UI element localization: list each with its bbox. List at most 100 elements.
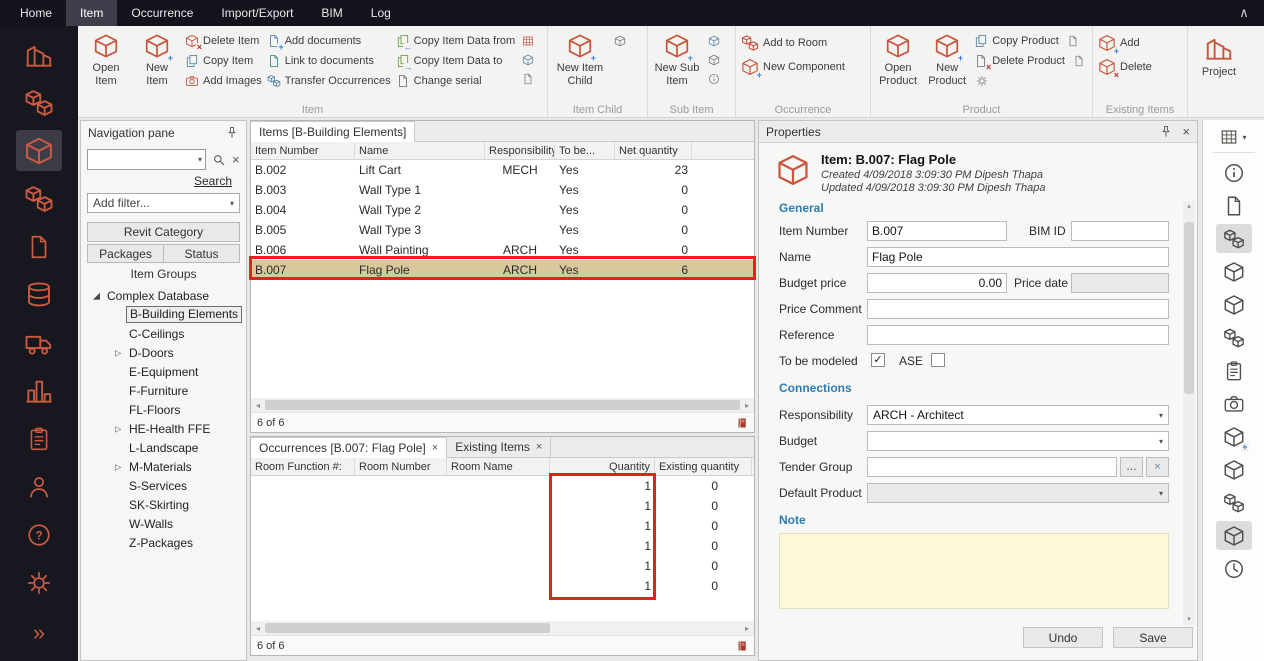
copy-item-data-to-button[interactable]: →Copy Item Data to [396, 53, 515, 69]
sub-item-extra-button-2[interactable] [706, 52, 722, 67]
column-header-quantity[interactable]: Quantity [550, 458, 655, 475]
help-icon[interactable] [16, 514, 62, 555]
close-icon[interactable]: × [432, 442, 438, 454]
copy-product-button[interactable]: Copy Product [974, 33, 1059, 49]
delete-item-button[interactable]: ×Delete Item [185, 33, 262, 49]
tree-node-s-services[interactable]: S-Services [81, 476, 246, 495]
new-item-child-button[interactable]: + New Item Child [553, 29, 607, 102]
scroll-up-icon[interactable]: ▴ [1187, 201, 1191, 212]
tree-node-d-doors[interactable]: ▷D-Doors [81, 343, 246, 362]
tree-node-e-equipment[interactable]: E-Equipment [81, 362, 246, 381]
ase-checkbox[interactable] [931, 353, 945, 367]
documents-module-icon[interactable] [16, 226, 62, 267]
tree-node-f-furniture[interactable]: F-Furniture [81, 381, 246, 400]
tree-node-l-landscape[interactable]: L-Landscape [81, 438, 246, 457]
note-field[interactable] [779, 533, 1169, 609]
scroll-right-icon[interactable]: ▸ [740, 624, 754, 633]
geometry-tab-icon[interactable] [1216, 290, 1252, 319]
new-product-button[interactable]: + New Product [925, 29, 969, 102]
tree-node-c-ceilings[interactable]: C-Ceilings [81, 324, 246, 343]
tab-existing-items[interactable]: Existing Items × [447, 437, 551, 457]
column-header-responsibility[interactable]: Responsibility [485, 142, 555, 159]
chevron-down-icon[interactable]: ▾ [198, 155, 202, 164]
product-extra-button-3[interactable] [974, 73, 990, 88]
new-component-button[interactable]: +New Component [741, 57, 845, 77]
column-header-room-number[interactable]: Room Number [355, 458, 447, 475]
tender-group-browse-button[interactable]: … [1120, 457, 1143, 477]
tree-node-he-health-ffe[interactable]: ▷HE-Health FFE [81, 419, 246, 438]
budget-price-field[interactable] [867, 273, 1007, 293]
tree-node-b-building-elements[interactable]: B-Building Elements [81, 305, 246, 324]
item-extra-button-2[interactable] [520, 52, 536, 67]
scroll-down-icon[interactable]: ▾ [1187, 614, 1191, 625]
column-header-room-function[interactable]: Room Function #: [251, 458, 355, 475]
reports-module-icon[interactable] [16, 418, 62, 459]
table-row[interactable]: B.002Lift CartMECHYes23 [251, 160, 754, 180]
add-to-room-button[interactable]: Add to Room [741, 33, 845, 53]
column-header-existing-quantity[interactable]: Existing quantity [655, 458, 752, 475]
menu-log[interactable]: Log [357, 0, 405, 26]
add-existing-button[interactable]: +Add [1098, 33, 1152, 53]
sub-item-extra-button-3[interactable] [706, 71, 722, 86]
revit-category-button[interactable]: Revit Category [87, 222, 240, 242]
tab-occurrences[interactable]: Occurrences [B.007: Flag Pole] × [251, 437, 447, 458]
item-data-tab-icon[interactable] [1216, 191, 1252, 220]
column-header-room-name[interactable]: Room Name [447, 458, 550, 475]
collapsed-icon[interactable]: ▷ [115, 462, 121, 471]
responsibility-dropdown[interactable]: ARCH - Architect ▾ [867, 405, 1169, 425]
finance-module-icon[interactable] [16, 274, 62, 315]
sub-item-extra-button-1[interactable] [706, 33, 722, 48]
info-tab-icon[interactable] [1216, 158, 1252, 187]
scroll-left-icon[interactable]: ◂ [251, 624, 265, 633]
pin-icon[interactable] [1159, 125, 1173, 139]
table-row[interactable]: 10 [251, 536, 754, 556]
close-icon[interactable]: × [1182, 124, 1190, 139]
table-row[interactable]: 10 [251, 496, 754, 516]
search-link[interactable]: Search [194, 174, 232, 188]
item-number-field[interactable] [867, 221, 1007, 241]
collapsed-icon[interactable]: ▷ [115, 348, 121, 357]
column-header-net-quantity[interactable]: Net quantity [615, 142, 692, 159]
linked-products-tab-icon[interactable] [1216, 488, 1252, 517]
tree-node-w-walls[interactable]: W-Walls [81, 514, 246, 533]
table-row[interactable]: 10 [251, 576, 754, 596]
bim-id-field[interactable] [1071, 221, 1169, 241]
column-header-item-number[interactable]: Item Number [251, 142, 355, 159]
open-product-button[interactable]: Open Product [876, 29, 920, 102]
tab-items[interactable]: Items [B-Building Elements] [251, 121, 415, 142]
undo-button[interactable]: Undo [1023, 627, 1103, 648]
to-be-modeled-checkbox[interactable]: ✓ [871, 353, 885, 367]
transfer-occurrences-button[interactable]: Transfer Occurrences [267, 73, 391, 89]
history-tab-icon[interactable] [1216, 554, 1252, 583]
floor-plans-icon[interactable] [16, 82, 62, 123]
save-button[interactable]: Save [1113, 627, 1193, 648]
menu-home[interactable]: Home [0, 0, 66, 26]
log-book-icon[interactable] [736, 417, 748, 429]
menu-import-export[interactable]: Import/Export [207, 0, 307, 26]
add-products-tab-icon[interactable]: + [1216, 422, 1252, 451]
expanded-icon[interactable]: ◢ [93, 290, 100, 301]
menu-occurrence[interactable]: Occurrence [117, 0, 207, 26]
tree-node-z-packages[interactable]: Z-Packages [81, 533, 246, 552]
copy-item-button[interactable]: Copy Item [185, 53, 262, 69]
table-row[interactable]: B.006Wall PaintingARCHYes0 [251, 240, 754, 260]
add-images-button[interactable]: Add Images [185, 73, 262, 89]
menu-bim[interactable]: BIM [307, 0, 356, 26]
products-tab-icon[interactable] [1216, 323, 1252, 352]
delete-existing-button[interactable]: ×Delete [1098, 57, 1152, 77]
scrollbar-thumb[interactable] [265, 623, 550, 633]
settings-icon[interactable] [16, 562, 62, 603]
images-tab-icon[interactable] [1216, 389, 1252, 418]
item-child-extra-button[interactable] [612, 33, 628, 48]
table-row-selected[interactable]: B.007Flag PoleARCHYes6 [251, 260, 754, 280]
table-row[interactable]: B.003Wall Type 1Yes0 [251, 180, 754, 200]
contacts-module-icon[interactable] [16, 466, 62, 507]
open-item-button[interactable]: Open Item [83, 29, 129, 102]
systems-module-icon[interactable] [16, 178, 62, 219]
price-date-field[interactable] [1071, 273, 1169, 293]
default-product-dropdown[interactable]: ▾ [867, 483, 1169, 503]
scroll-right-icon[interactable]: ▸ [740, 401, 754, 410]
model-overview-icon[interactable] [16, 34, 62, 75]
add-filter-dropdown[interactable]: Add filter... ▾ [87, 193, 240, 213]
column-header-name[interactable]: Name [355, 142, 485, 159]
